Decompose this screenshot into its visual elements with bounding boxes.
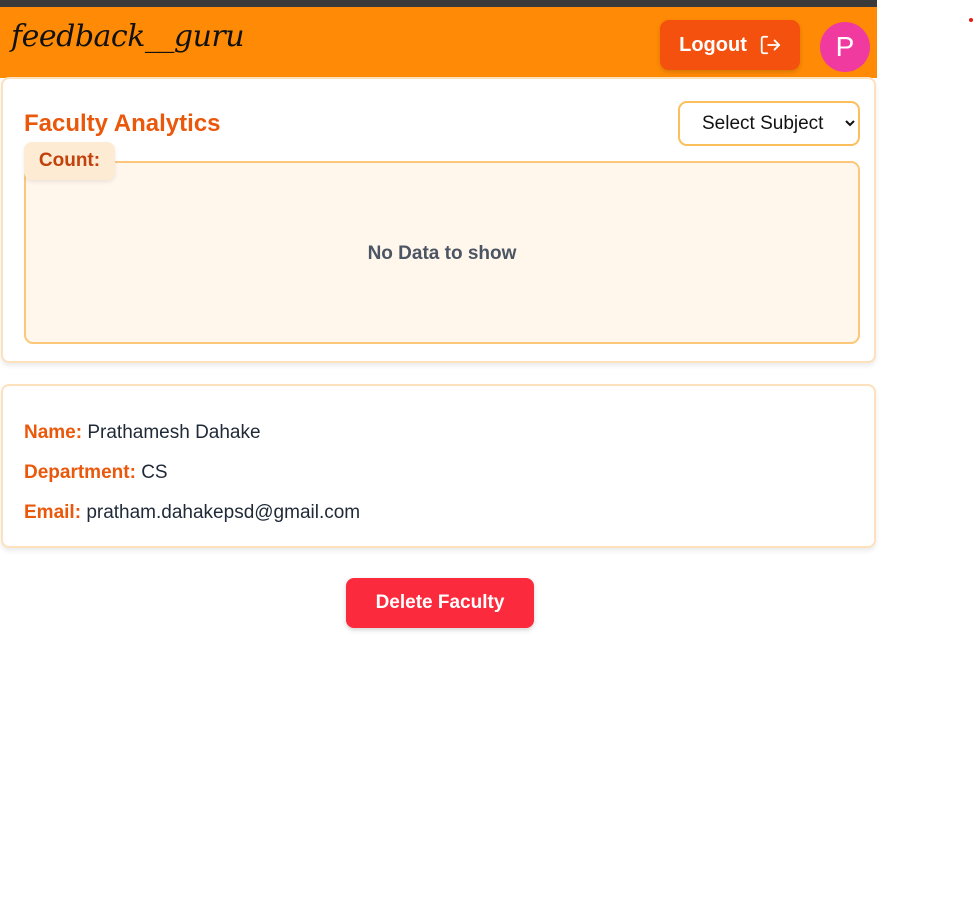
logout-icon	[759, 34, 781, 56]
faculty-info-card: Name: Prathamesh Dahake Department: CS E…	[1, 384, 876, 548]
navbar: feedback__guru Logout P	[0, 7, 877, 78]
faculty-name-row: Name: Prathamesh Dahake	[24, 422, 261, 444]
delete-faculty-button[interactable]: Delete Faculty	[346, 578, 534, 628]
email-label: Email:	[24, 502, 82, 523]
avatar[interactable]: P	[820, 22, 870, 72]
window-top-strip	[0, 0, 877, 7]
name-value: Prathamesh Dahake	[87, 422, 261, 443]
analytics-title: Faculty Analytics	[24, 110, 221, 137]
count-label: Count:	[24, 142, 115, 180]
department-value: CS	[141, 462, 168, 483]
logout-label: Logout	[679, 33, 747, 56]
faculty-email-row: Email: pratham.dahakepsd@gmail.com	[24, 502, 360, 524]
brand-logo[interactable]: feedback__guru	[11, 19, 245, 54]
email-value: pratham.dahakepsd@gmail.com	[86, 502, 361, 523]
logout-button[interactable]: Logout	[660, 20, 800, 70]
empty-state-message: No Data to show	[367, 243, 517, 264]
name-label: Name:	[24, 422, 83, 443]
indicator-dot	[969, 18, 973, 22]
subject-select[interactable]: Select Subject	[678, 101, 860, 146]
faculty-department-row: Department: CS	[24, 462, 168, 484]
app-root: feedback__guru Logout P Faculty Analytic…	[0, 0, 877, 918]
department-label: Department:	[24, 462, 136, 483]
chart-container: No Data to show	[24, 161, 860, 344]
analytics-card: Faculty Analytics Select Subject No Data…	[1, 77, 876, 363]
